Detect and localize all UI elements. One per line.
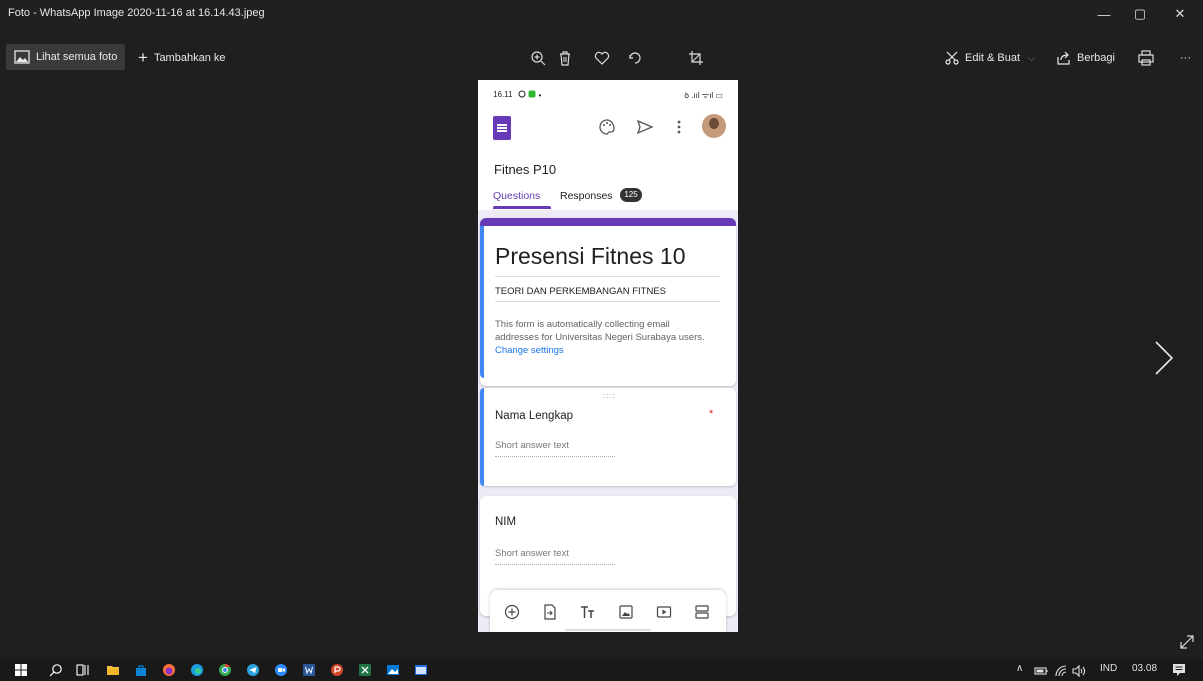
- phone-status-icons-left: •: [518, 90, 541, 100]
- firefox-icon[interactable]: [162, 663, 176, 677]
- tray-chevron-up-icon[interactable]: ∧: [1016, 663, 1023, 674]
- palette-icon: [599, 119, 615, 135]
- add-image-icon: [619, 605, 633, 619]
- plus-icon: +: [138, 48, 148, 67]
- question-card-nama: ∷∷ Nama Lengkap * Short answer text: [480, 388, 736, 486]
- delete-icon[interactable]: [557, 50, 573, 66]
- selected-indicator: [480, 388, 484, 486]
- file-explorer-icon[interactable]: [106, 663, 120, 677]
- app-notification-icon: [528, 90, 536, 98]
- form-description: This form is automatically collecting em…: [495, 318, 715, 357]
- explorer-window-icon[interactable]: [414, 663, 428, 677]
- rotate-icon[interactable]: [627, 50, 643, 66]
- drag-handle-icon: ∷∷: [603, 392, 616, 401]
- add-video-icon: [656, 606, 672, 618]
- form-subtitle: TEORI DAN PERKEMBANGAN FITNES: [495, 286, 667, 297]
- word-icon[interactable]: [302, 663, 316, 677]
- photo-image: 16.11 • ꝺ .ııl ᯤıl ▭ Fitnes P10 Question…: [478, 80, 738, 632]
- next-photo-icon[interactable]: [1152, 340, 1176, 376]
- minimize-button[interactable]: —: [1086, 0, 1122, 28]
- form-builder-toolbar: [490, 590, 726, 632]
- title-bar: Foto - WhatsApp Image 2020-11-16 at 16.1…: [0, 0, 1203, 28]
- chevron-down-icon: ⌵: [1028, 52, 1035, 63]
- taskbar: ∧ IND 03.08: [0, 659, 1203, 681]
- share-icon: [1057, 51, 1070, 65]
- home-indicator: [565, 629, 651, 631]
- more-vert-icon: [677, 120, 681, 134]
- send-icon: [636, 119, 654, 135]
- close-button[interactable]: ✕: [1162, 0, 1198, 28]
- form-title: Presensi Fitnes 10: [495, 243, 686, 269]
- add-title-icon: [581, 606, 594, 618]
- windows-start-icon[interactable]: [14, 663, 28, 677]
- crop-icon[interactable]: [688, 50, 704, 66]
- edit-create-button[interactable]: Edit & Buat ⌵: [945, 48, 1035, 68]
- question-title: Nama Lengkap: [495, 410, 573, 422]
- expand-icon[interactable]: [1179, 634, 1195, 650]
- selected-indicator: [480, 226, 484, 378]
- edit-scissors-icon: [945, 51, 959, 65]
- gallery-icon: [14, 50, 30, 64]
- tab-questions: Questions: [493, 190, 541, 202]
- form-header-card: Presensi Fitnes 10 TEORI DAN PERKEMBANGA…: [480, 218, 736, 386]
- excel-icon[interactable]: [358, 663, 372, 677]
- powerpoint-icon[interactable]: [330, 663, 344, 677]
- language-indicator[interactable]: IND: [1100, 663, 1117, 674]
- required-mark: *: [709, 408, 714, 420]
- dot-icon: •: [538, 91, 542, 100]
- wifi-icon[interactable]: [1054, 664, 1068, 678]
- add-question-icon: [504, 604, 520, 620]
- share-button[interactable]: Berbagi: [1057, 48, 1115, 68]
- tab-responses: Responses: [560, 190, 613, 202]
- clock[interactable]: 03.08: [1132, 663, 1157, 674]
- photo-toolbar: Lihat semua foto + Tambahkan ke Edit & B…: [0, 38, 1203, 78]
- divider: [495, 301, 720, 302]
- phone-status-icons-right: ꝺ .ııl ᯤıl ▭: [684, 91, 723, 100]
- telegram-icon[interactable]: [246, 663, 260, 677]
- add-to-label: Tambahkan ke: [153, 52, 226, 64]
- google-forms-logo: [493, 116, 511, 140]
- notifications-icon[interactable]: [1172, 663, 1186, 677]
- short-answer-placeholder: Short answer text: [495, 440, 569, 451]
- answer-underline: [495, 456, 615, 458]
- responses-count-badge: 125: [620, 188, 642, 202]
- answer-underline: [495, 564, 615, 566]
- store-icon[interactable]: [134, 663, 148, 677]
- add-to-button[interactable]: + Tambahkan ke: [138, 48, 225, 68]
- print-icon[interactable]: [1138, 50, 1154, 66]
- edit-create-label: Edit & Buat: [965, 52, 1021, 64]
- restore-button[interactable]: ▢: [1122, 0, 1158, 28]
- form-description-text: This form is automatically collecting em…: [495, 319, 705, 343]
- short-answer-placeholder: Short answer text: [495, 548, 569, 559]
- whatsapp-icon: [518, 90, 526, 98]
- photos-app-icon[interactable]: [386, 663, 400, 677]
- see-all-photos-label: Lihat semua foto: [36, 51, 118, 63]
- import-questions-icon: [544, 604, 556, 620]
- zoom-in-icon[interactable]: [530, 50, 546, 66]
- task-view-icon[interactable]: [76, 663, 90, 677]
- window-title: Foto - WhatsApp Image 2020-11-16 at 16.1…: [8, 7, 265, 19]
- share-label: Berbagi: [1077, 52, 1115, 64]
- zoom-app-icon[interactable]: [274, 663, 288, 677]
- volume-icon[interactable]: [1072, 664, 1086, 678]
- battery-icon[interactable]: [1034, 664, 1048, 678]
- form-name: Fitnes P10: [494, 162, 557, 177]
- tab-questions-underline: [493, 206, 551, 209]
- favorite-icon[interactable]: [594, 50, 610, 66]
- avatar: [702, 114, 726, 138]
- change-settings-link: Change settings: [495, 345, 564, 356]
- add-section-icon: [695, 605, 709, 619]
- see-all-photos-button[interactable]: Lihat semua foto: [6, 44, 126, 70]
- question-title: NIM: [495, 516, 517, 528]
- search-icon[interactable]: [49, 663, 63, 677]
- phone-status-time: 16.11: [493, 90, 513, 99]
- edge-icon[interactable]: [190, 663, 204, 677]
- chrome-icon[interactable]: [218, 663, 232, 677]
- more-options-button[interactable]: ···: [1180, 48, 1191, 68]
- divider: [495, 276, 720, 277]
